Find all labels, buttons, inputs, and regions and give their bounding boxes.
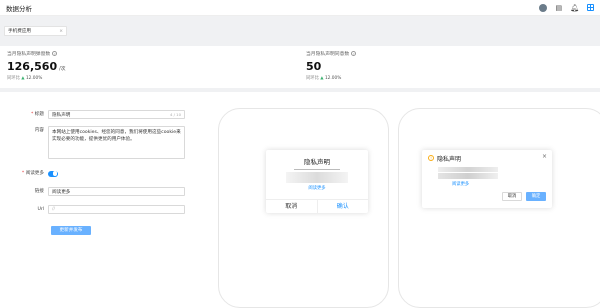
filter-bar: 手机费应用 × bbox=[0, 16, 600, 46]
content-label: 内容 bbox=[34, 128, 44, 133]
settings-form: * 标题 隐私声明 4 / 10 内容 本网站上使用cookies、经您的同意，… bbox=[0, 92, 210, 295]
bell-icon[interactable]: 🔔︎ bbox=[570, 4, 579, 12]
confirm-button[interactable]: 确定 bbox=[526, 192, 546, 201]
help-icon[interactable]: ? bbox=[351, 51, 357, 56]
cancel-button[interactable]: 取消 bbox=[502, 192, 522, 201]
up-arrow-icon: ▲ bbox=[21, 76, 25, 81]
read-more-link[interactable]: 阅读更多 bbox=[452, 181, 469, 187]
dialog-title: 隐私声明 bbox=[304, 158, 330, 166]
app-select-value: 手机费应用 bbox=[8, 29, 31, 34]
title-input[interactable]: 隐私声明 4 / 10 bbox=[48, 110, 185, 119]
url-input[interactable]: // bbox=[48, 205, 185, 214]
link-text-input[interactable]: 阅读更多 bbox=[48, 187, 185, 196]
grid-icon[interactable] bbox=[587, 4, 594, 11]
stat-consent-count: 当月隐私声明同意数? 50 同环比 ▲ 12.00% bbox=[306, 50, 357, 81]
mobile-privacy-dialog: 隐私声明 阅读更多 取消 确认 bbox=[266, 150, 368, 213]
desktop-privacy-dialog: ! 隐私声明 × 阅读更多 取消 确定 bbox=[422, 150, 552, 208]
url-placeholder: // bbox=[52, 207, 56, 212]
clear-icon[interactable]: × bbox=[59, 29, 63, 34]
stat-value: 126,560 bbox=[7, 60, 58, 73]
help-icon[interactable]: ? bbox=[52, 51, 58, 56]
desktop-preview-frame bbox=[398, 108, 600, 308]
content-placeholder bbox=[286, 172, 348, 183]
title-underline bbox=[294, 169, 340, 170]
close-icon[interactable]: × bbox=[542, 153, 547, 160]
content-row: 内容 本网站上使用cookies、经您的同意，我们将使用这些cookie来实现必… bbox=[0, 126, 185, 159]
read-more-row: * 阅读更多 bbox=[0, 169, 58, 178]
content-placeholder bbox=[438, 173, 498, 179]
url-label: Url bbox=[37, 207, 44, 212]
stat-unit: /次 bbox=[59, 67, 66, 72]
avatar[interactable] bbox=[539, 3, 548, 12]
cancel-button[interactable]: 取消 bbox=[266, 200, 318, 213]
compare-value: 12.00% bbox=[25, 76, 43, 81]
app-select[interactable]: 手机费应用 × bbox=[4, 26, 67, 36]
app-header: 数据分析 ▤ 🔔︎ bbox=[0, 0, 600, 16]
publish-button[interactable]: 更新并发布 bbox=[51, 226, 91, 235]
link-text-value: 阅读更多 bbox=[52, 189, 71, 195]
title-row: * 标题 隐私声明 4 / 10 bbox=[0, 110, 185, 119]
stat-value: 50 bbox=[306, 60, 322, 73]
char-count: 4 / 10 bbox=[170, 112, 181, 117]
content-textarea[interactable]: 本网站上使用cookies、经您的同意，我们将使用这些cookie来实现必要的功… bbox=[48, 126, 185, 159]
compare-label: 同环比 bbox=[7, 76, 20, 81]
document-icon[interactable]: ▤ bbox=[555, 4, 562, 12]
dialog-footer: 取消 确认 bbox=[266, 199, 368, 213]
warning-icon: ! bbox=[428, 155, 434, 161]
link-text-row: 链接 阅读更多 bbox=[0, 187, 185, 196]
url-row: Url // bbox=[0, 205, 185, 214]
read-more-link[interactable]: 阅读更多 bbox=[266, 185, 368, 191]
title-input-value: 隐私声明 bbox=[52, 112, 71, 118]
compare-value: 12.00% bbox=[324, 76, 342, 81]
link-text-label: 链接 bbox=[34, 189, 44, 194]
compare-label: 同环比 bbox=[306, 76, 319, 81]
app-title: 数据分析 bbox=[6, 4, 32, 13]
stat-label: 当月隐私声明弹窗数 bbox=[7, 52, 51, 57]
dialog-title: 隐私声明 bbox=[437, 156, 462, 163]
up-arrow-icon: ▲ bbox=[320, 76, 324, 81]
stat-label: 当月隐私声明同意数 bbox=[306, 52, 350, 57]
read-more-label: 阅读更多 bbox=[25, 171, 44, 176]
stat-popup-count: 当月隐私声明弹窗数? 126,560 /次 同环比 ▲ 12.00% bbox=[7, 50, 66, 81]
read-more-toggle[interactable] bbox=[48, 170, 58, 177]
header-actions: ▤ 🔔︎ bbox=[539, 3, 594, 12]
title-label: 标题 bbox=[34, 112, 44, 117]
stats-panel: 当月隐私声明弹窗数? 126,560 /次 同环比 ▲ 12.00% 当月隐私声… bbox=[0, 46, 600, 88]
content-placeholder bbox=[438, 167, 498, 172]
confirm-button[interactable]: 确认 bbox=[318, 200, 369, 213]
